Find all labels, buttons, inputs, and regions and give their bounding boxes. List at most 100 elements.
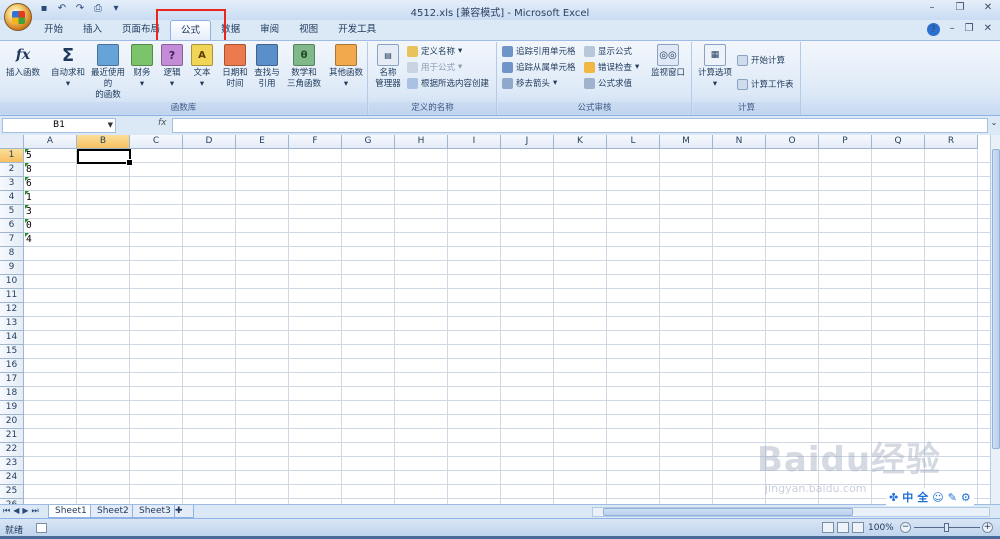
select-all-corner[interactable] <box>0 135 24 149</box>
minimize-icon[interactable]: – <box>950 23 955 36</box>
calc-sheet-button[interactable]: 计算工作表 <box>737 78 794 90</box>
datetime-button[interactable]: 日期和 时间 <box>220 44 250 90</box>
last-sheet-icon[interactable]: ⏭ <box>32 506 39 516</box>
column-header-i[interactable]: I <box>448 135 501 149</box>
help-icon[interactable]: ? <box>926 23 940 36</box>
column-header-f[interactable]: F <box>289 135 342 149</box>
emoji-icon[interactable]: ☺ <box>932 491 943 504</box>
expand-formula-bar-icon[interactable]: ⌄ <box>989 118 999 133</box>
sheet-tab-1[interactable]: Sheet1 <box>48 505 94 518</box>
office-button[interactable] <box>4 3 32 31</box>
column-header-c[interactable]: C <box>130 135 183 149</box>
paw-icon[interactable]: ✤ <box>889 491 898 504</box>
math-trig-button[interactable]: θ 数学和 三角函数 <box>284 44 324 90</box>
column-header-l[interactable]: L <box>607 135 660 149</box>
ime-fullwidth-mode[interactable]: 全 <box>917 489 928 505</box>
row-header-8[interactable]: 8 <box>0 247 24 261</box>
column-header-d[interactable]: D <box>183 135 236 149</box>
close-icon[interactable]: ✕ <box>984 23 992 36</box>
row-header-2[interactable]: 2 <box>0 163 24 177</box>
text-button[interactable]: A 文本 ▾ <box>190 44 214 90</box>
close-icon[interactable]: ✕ <box>982 2 994 13</box>
row-header-7[interactable]: 7 <box>0 233 24 247</box>
tab-home[interactable]: 开始 <box>36 20 73 40</box>
row-header-17[interactable]: 17 <box>0 373 24 387</box>
column-header-g[interactable]: G <box>342 135 395 149</box>
column-header-q[interactable]: Q <box>872 135 925 149</box>
insert-function-button[interactable]: fx 插入函数 <box>4 44 42 79</box>
row-header-22[interactable]: 22 <box>0 443 24 457</box>
trace-dependents-button[interactable]: 追踪从属单元格 <box>502 61 576 73</box>
financial-button[interactable]: 财务 ▾ <box>130 44 154 90</box>
ime-chinese-mode[interactable]: 中 <box>902 489 913 505</box>
zoom-in-icon[interactable]: + <box>982 522 993 533</box>
sheet-tab-2[interactable]: Sheet2 <box>90 505 136 518</box>
row-header-19[interactable]: 19 <box>0 401 24 415</box>
prev-sheet-icon[interactable]: ◀ <box>13 506 19 516</box>
row-header-11[interactable]: 11 <box>0 289 24 303</box>
page-break-view-icon[interactable] <box>852 522 864 533</box>
column-header-r[interactable]: R <box>925 135 978 149</box>
watch-window-button[interactable]: ◎◎ 监视窗口 <box>648 44 688 79</box>
vertical-scroll-thumb[interactable] <box>992 149 1000 449</box>
vertical-scrollbar[interactable] <box>990 135 1000 504</box>
row-header-4[interactable]: 4 <box>0 191 24 205</box>
error-checking-button[interactable]: 错误检查 ▾ <box>584 61 639 73</box>
worksheet-grid[interactable]: ABCDEFGHIJKLMNOPQR 1 2 3 4 5 6 7 8 9 10 11 12 13 14 15… <box>0 135 990 504</box>
restore-icon[interactable]: ❐ <box>965 23 974 36</box>
page-layout-view-icon[interactable] <box>837 522 849 533</box>
tab-developer[interactable]: 开发工具 <box>328 20 386 40</box>
more-functions-button[interactable]: 其他函数 ▾ <box>326 44 366 90</box>
create-from-selection-button[interactable]: 根据所选内容创建 <box>407 77 489 89</box>
column-header-b[interactable]: B <box>77 135 130 149</box>
normal-view-icon[interactable] <box>822 522 834 533</box>
column-header-p[interactable]: P <box>819 135 872 149</box>
formula-input[interactable] <box>172 118 988 133</box>
use-in-formula-button[interactable]: 用于公式 ▾ <box>407 61 462 73</box>
tab-insert[interactable]: 插入 <box>73 20 112 40</box>
evaluate-formula-button[interactable]: 公式求值 <box>584 77 632 89</box>
row-header-25[interactable]: 25 <box>0 485 24 499</box>
row-header-24[interactable]: 24 <box>0 471 24 485</box>
lookup-button[interactable]: 查找与 引用 <box>252 44 282 90</box>
row-header-13[interactable]: 13 <box>0 317 24 331</box>
recent-functions-button[interactable]: 最近使用的 的函数 <box>90 44 126 101</box>
first-sheet-icon[interactable]: ⏮ <box>3 506 10 516</box>
autosum-button[interactable]: Σ 自动求和 ▾ <box>48 44 88 90</box>
tab-view[interactable]: 视图 <box>289 20 328 40</box>
row-header-14[interactable]: 14 <box>0 331 24 345</box>
row-header-20[interactable]: 20 <box>0 415 24 429</box>
column-header-e[interactable]: E <box>236 135 289 149</box>
horizontal-scrollbar[interactable] <box>592 507 990 517</box>
row-header-15[interactable]: 15 <box>0 345 24 359</box>
row-header-9[interactable]: 9 <box>0 261 24 275</box>
show-formulas-button[interactable]: 显示公式 <box>584 45 632 57</box>
row-header-18[interactable]: 18 <box>0 387 24 401</box>
row-header-23[interactable]: 23 <box>0 457 24 471</box>
sheet-tab-3[interactable]: Sheet3 <box>132 505 178 518</box>
insert-sheet-icon[interactable]: ✚ <box>174 505 194 518</box>
pen-icon[interactable]: ✎ <box>948 491 957 504</box>
macro-record-icon[interactable] <box>36 523 47 533</box>
active-cell-selection[interactable] <box>77 149 133 166</box>
row-header-16[interactable]: 16 <box>0 359 24 373</box>
remove-arrows-button[interactable]: 移去箭头 ▾ <box>502 77 557 89</box>
zoom-slider-knob[interactable] <box>944 523 949 532</box>
insert-function-fx-button[interactable]: fx <box>158 118 167 128</box>
name-box[interactable]: B1 ▼ <box>2 118 116 133</box>
row-header-3[interactable]: 3 <box>0 177 24 191</box>
row-header-12[interactable]: 12 <box>0 303 24 317</box>
row-header-21[interactable]: 21 <box>0 429 24 443</box>
column-header-o[interactable]: O <box>766 135 819 149</box>
restore-icon[interactable]: ❐ <box>954 2 966 13</box>
column-header-a[interactable]: A <box>24 135 77 149</box>
row-header-1[interactable]: 1 <box>0 149 24 163</box>
minimize-icon[interactable]: – <box>926 2 938 13</box>
row-header-5[interactable]: 5 <box>0 205 24 219</box>
zoom-out-icon[interactable]: − <box>900 522 911 533</box>
calc-now-button[interactable]: 开始计算 <box>737 54 785 66</box>
tab-review[interactable]: 审阅 <box>250 20 289 40</box>
row-header-10[interactable]: 10 <box>0 275 24 289</box>
column-header-h[interactable]: H <box>395 135 448 149</box>
column-header-n[interactable]: N <box>713 135 766 149</box>
